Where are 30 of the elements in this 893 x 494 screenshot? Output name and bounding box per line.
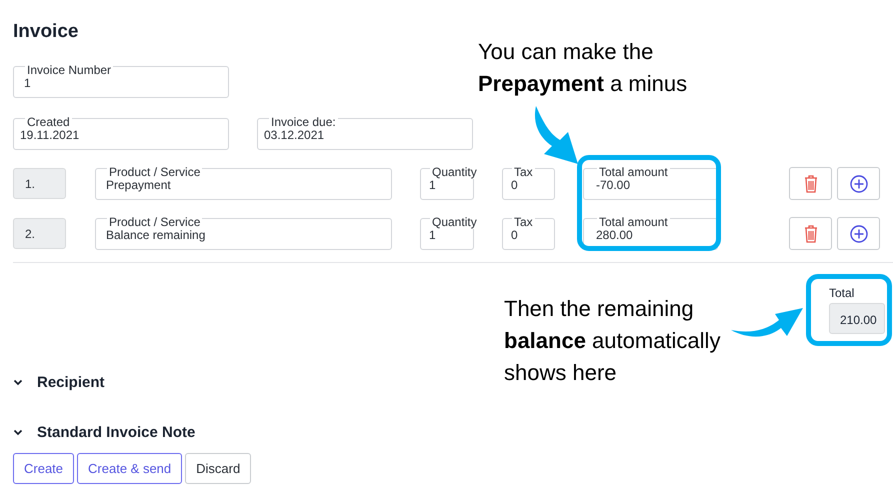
plus-circle-icon: [850, 174, 868, 192]
section-title[interactable]: Standard Invoice Note: [37, 424, 196, 441]
create-button[interactable]: Create: [13, 453, 74, 484]
trash-icon: [804, 224, 818, 242]
add-button[interactable]: [837, 167, 880, 200]
annotation-text: You can make the Prepayment a minus: [478, 38, 688, 98]
delete-button[interactable]: [789, 217, 832, 250]
section-title[interactable]: Recipient: [37, 374, 105, 391]
chevron-down-icon[interactable]: [13, 379, 23, 386]
line-number: 1.: [13, 168, 66, 199]
delete-button[interactable]: [789, 167, 832, 200]
invoice-title: Invoice: [13, 21, 78, 43]
invoice-number-field[interactable]: Invoice Number 1: [13, 66, 229, 98]
tax-field[interactable]: Tax 0: [502, 218, 555, 250]
total-label: Total: [829, 286, 856, 300]
date-field[interactable]: Created 19.11.2021: [13, 118, 229, 150]
chevron-down-icon[interactable]: [13, 429, 23, 436]
annotation-text: Then the remaining balance automatically shows here: [504, 295, 720, 387]
line-number: 2.: [13, 218, 66, 249]
discard-button[interactable]: Discard: [185, 453, 252, 484]
total-amount-field[interactable]: Total amount -70.00: [583, 168, 718, 200]
tax-field[interactable]: Tax 0: [502, 168, 555, 200]
trash-icon: [804, 174, 818, 192]
product-field[interactable]: Product / Service Prepayment: [95, 168, 392, 200]
total-field: 210.00: [829, 303, 885, 334]
create-button[interactable]: Create & send: [77, 453, 182, 484]
date-field[interactable]: Invoice due: 03.12.2021: [257, 118, 473, 150]
product-field[interactable]: Product / Service Balance remaining: [95, 218, 392, 250]
plus-circle-icon: [850, 224, 868, 242]
add-button[interactable]: [837, 217, 880, 250]
